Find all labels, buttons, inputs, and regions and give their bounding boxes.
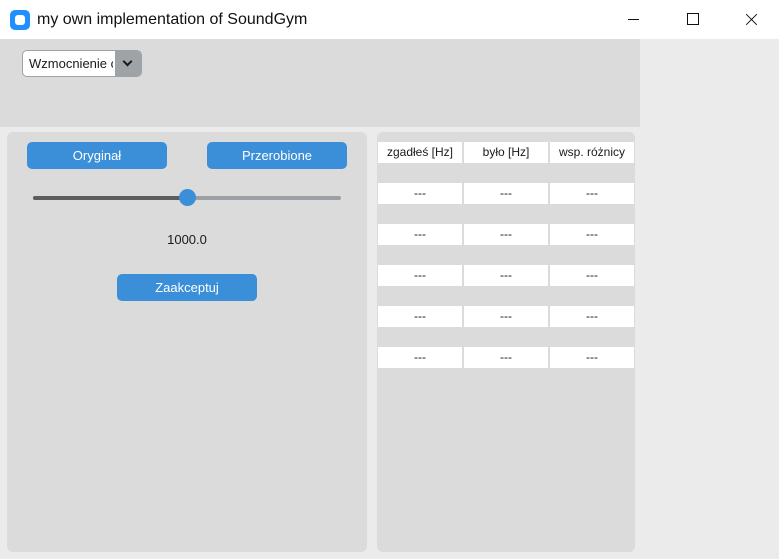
- table-header-cell: było [Hz]: [464, 142, 548, 163]
- title-bar: my own implementation of SoundGym: [0, 0, 779, 39]
- table-cell: ---: [550, 265, 634, 286]
- table-cell: ---: [378, 183, 462, 204]
- table-cell: ---: [464, 183, 548, 204]
- table-cell: ---: [550, 306, 634, 327]
- app-icon: [10, 10, 30, 30]
- close-icon[interactable]: [728, 0, 774, 39]
- table-cell: ---: [464, 306, 548, 327]
- mode-select-value: Wzmocnienie c: [29, 56, 113, 71]
- slider-fill: [33, 196, 187, 200]
- accept-button[interactable]: Zaakceptuj: [117, 274, 257, 301]
- table-cell: ---: [464, 265, 548, 286]
- mode-select[interactable]: Wzmocnienie c: [22, 50, 142, 77]
- table-header-cell: wsp. różnicy: [550, 142, 634, 163]
- processed-button[interactable]: Przerobione: [207, 142, 347, 169]
- table-cell: ---: [378, 224, 462, 245]
- maximize-icon[interactable]: [670, 0, 716, 39]
- table-cell: ---: [378, 347, 462, 368]
- table-cell: ---: [550, 183, 634, 204]
- original-button[interactable]: Oryginał: [27, 142, 167, 169]
- table-cell: ---: [550, 347, 634, 368]
- table-cell: ---: [464, 224, 548, 245]
- table-cell: ---: [378, 265, 462, 286]
- table-cell: ---: [378, 306, 462, 327]
- minimize-icon[interactable]: [610, 0, 656, 39]
- table-header-cell: zgadłeś [Hz]: [378, 142, 462, 163]
- table-cell: ---: [464, 347, 548, 368]
- frequency-slider[interactable]: [33, 189, 341, 207]
- window-title: my own implementation of SoundGym: [37, 11, 308, 28]
- slider-thumb[interactable]: [179, 189, 196, 206]
- chevron-down-icon[interactable]: [115, 51, 141, 76]
- table-cell: ---: [550, 224, 634, 245]
- frequency-value: 1000.0: [167, 232, 207, 247]
